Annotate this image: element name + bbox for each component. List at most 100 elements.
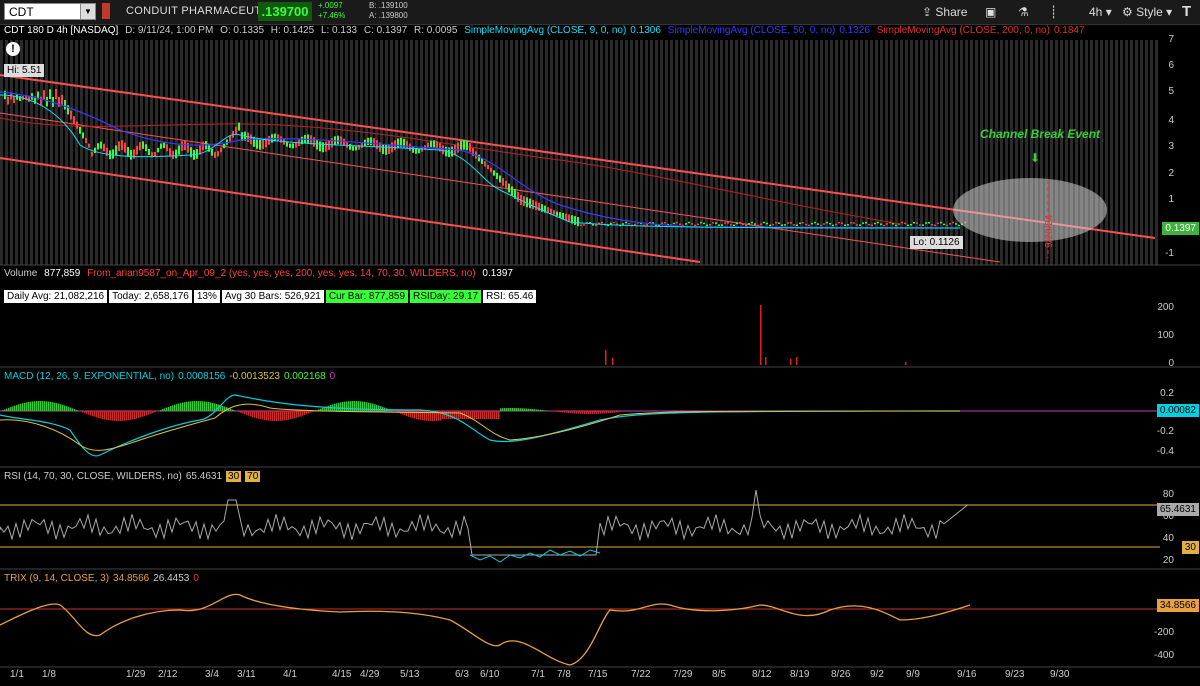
candle [787, 222, 789, 224]
macd-histogram-bar [28, 401, 30, 411]
candle [136, 145, 138, 155]
candle [595, 224, 597, 226]
macd-histogram-bar [506, 408, 508, 411]
session-stripe [520, 40, 523, 265]
session-stripe [230, 40, 233, 265]
macd-histogram-bar [190, 401, 192, 411]
session-stripe [915, 40, 918, 265]
session-stripe [820, 40, 823, 265]
macd-histogram-bar [184, 402, 186, 411]
session-stripe [585, 40, 588, 265]
candle [40, 96, 42, 106]
candle [442, 145, 444, 155]
candle [889, 221, 891, 224]
candle [694, 224, 696, 227]
low-label: Lo: 0.1126 [910, 236, 963, 249]
candle [946, 224, 948, 227]
session-stripe [680, 40, 683, 265]
macd-histogram-bar [66, 406, 68, 411]
macd-histogram-bar [62, 404, 64, 411]
macd-histogram-bar [496, 411, 498, 419]
macd-histogram-bar [582, 411, 584, 414]
macd-histogram-bar [524, 408, 526, 411]
macd-histogram-bar [312, 411, 314, 412]
session-stripe [740, 40, 743, 265]
candle [820, 224, 822, 227]
macd-histogram-bar [480, 411, 482, 419]
macd-histogram-bar [488, 411, 490, 419]
macd-histogram-bar [272, 411, 274, 421]
session-stripe [325, 40, 328, 265]
trix-axis-label: -400 [1153, 650, 1174, 661]
time-axis-label: 7/15 [588, 669, 608, 680]
time-axis-label: 9/9 [906, 669, 920, 680]
macd-histogram-bar [288, 411, 290, 420]
macd-histogram-bar [512, 408, 514, 411]
candle [721, 224, 723, 226]
time-axis-label: 8/12 [752, 669, 772, 680]
macd-histogram-bar [618, 411, 620, 413]
candle [49, 89, 51, 100]
macd-histogram-bar [500, 408, 502, 411]
session-stripe [460, 40, 463, 265]
macd-histogram-bar [578, 411, 580, 414]
macd-histogram-bar [178, 403, 180, 411]
macd-histogram-bar [504, 408, 506, 411]
candle [739, 221, 741, 224]
session-stripe [900, 40, 903, 265]
candle [94, 147, 96, 154]
trix-line [0, 593, 971, 666]
time-axis-label: 7/22 [631, 669, 651, 680]
macd-histogram-bar [144, 411, 146, 416]
session-stripe [0, 40, 3, 265]
macd-histogram-bar [204, 401, 206, 411]
candle [28, 96, 30, 102]
candle [829, 222, 831, 225]
session-stripe [1155, 40, 1158, 265]
macd-histogram-bar [564, 411, 566, 413]
macd-histogram-bar [544, 410, 546, 411]
candle [430, 140, 432, 148]
candle [628, 223, 630, 225]
candle [913, 222, 915, 224]
macd-histogram-bar [514, 408, 516, 411]
candle [484, 161, 486, 167]
high-label: Hi: 5.51 [4, 64, 45, 77]
alert-icon[interactable]: ! [6, 42, 20, 56]
candle [715, 222, 717, 224]
candle [493, 170, 495, 176]
session-stripe [610, 40, 613, 265]
volume-bar [765, 357, 767, 365]
macd-histogram-bar [52, 402, 54, 411]
macd-histogram-bar [238, 411, 240, 412]
session-stripe [935, 40, 938, 265]
macd-histogram-bar [106, 411, 108, 420]
arrow-down-icon: ⬇ [1030, 151, 1040, 165]
trix-v1: 34.8566 [113, 573, 150, 584]
macd-histogram-bar [202, 401, 204, 411]
macd-histogram-bar [348, 401, 350, 411]
candle [256, 138, 258, 149]
candle [163, 142, 165, 149]
session-stripe [925, 40, 928, 265]
candle [871, 224, 873, 227]
macd-histogram-bar [492, 411, 494, 419]
candle [277, 134, 279, 142]
macd-histogram-bar [382, 406, 384, 411]
session-stripe [245, 40, 248, 265]
candle [709, 223, 711, 226]
candle [952, 221, 954, 224]
session-stripe [865, 40, 868, 265]
volume-stats: Daily Avg: 21,082,216 Today: 2,658,176 13%… [4, 286, 538, 304]
macd-histogram-bar [338, 402, 340, 411]
session-stripe [390, 40, 393, 265]
candle [157, 147, 159, 153]
session-stripe [525, 40, 528, 265]
candle [100, 141, 102, 149]
candle [769, 224, 771, 227]
volume-bar [760, 305, 762, 365]
macd-histogram-bar [442, 411, 444, 419]
session-stripe [480, 40, 483, 265]
candle [127, 147, 129, 157]
cur-bar: Cur Bar: 877,859 [325, 290, 409, 303]
